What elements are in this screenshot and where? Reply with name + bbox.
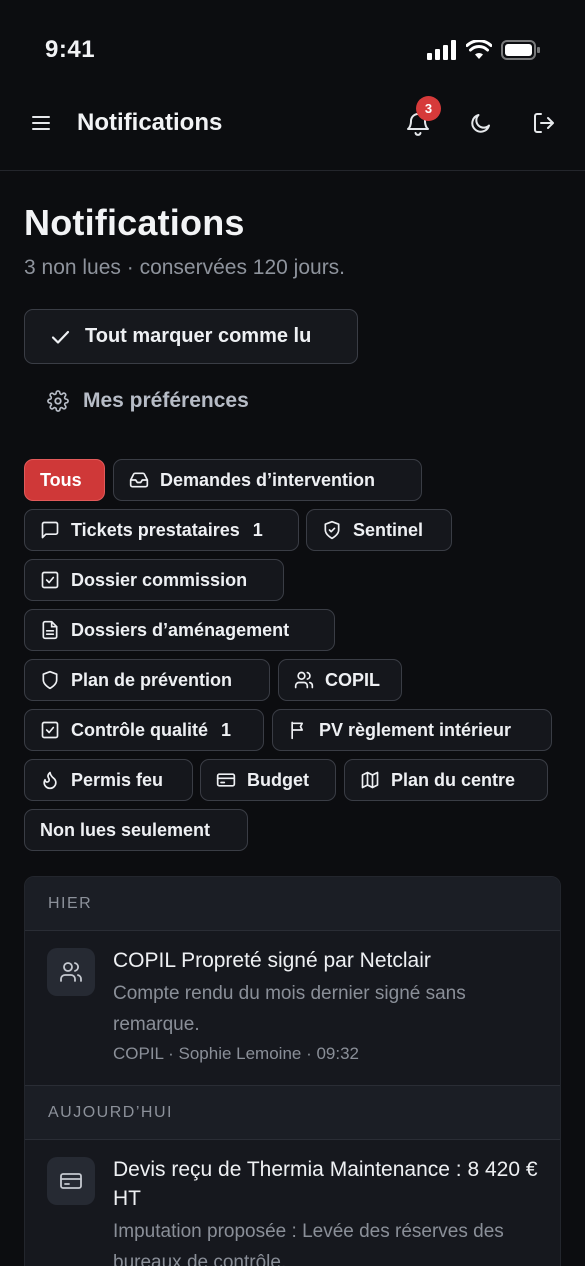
wallet-icon: [47, 1157, 95, 1205]
logout-icon[interactable]: [532, 111, 556, 135]
header-title: Notifications: [77, 109, 223, 136]
notification-title: Devis reçu de Thermia Maintenance : 8 42…: [113, 1158, 538, 1210]
filter-chip-label: Tickets prestataires: [71, 519, 240, 540]
notification-body: Compte rendu du mois dernier signé sans …: [113, 983, 466, 1035]
status-bar: 9:41: [0, 0, 585, 100]
filter-chip-plan-centre[interactable]: Plan du centre: [344, 759, 548, 801]
check-icon: [49, 326, 71, 348]
notification-item[interactable]: Devis reçu de Thermia Maintenance : 8 42…: [25, 1140, 560, 1266]
filter-chip-label: Contrôle qualité: [71, 719, 209, 740]
filter-chip-plan-prevention[interactable]: Plan de prévention: [24, 659, 270, 701]
filter-chip-dossier-commission[interactable]: Dossier commission: [24, 559, 284, 601]
page-title: Notifications: [24, 202, 245, 243]
document-icon: [40, 620, 60, 640]
filter-chip-permis-feu[interactable]: Permis feu: [24, 759, 193, 801]
preferences-label: Mes préférences: [83, 389, 249, 412]
inbox-icon: [129, 470, 149, 490]
notification-meta: COPIL · Sophie Lemoine · 09:32: [113, 1044, 360, 1063]
checkbox-icon: [40, 570, 60, 590]
page-subtitle: 3 non lues · conservées 120 jours.: [24, 256, 346, 279]
battery-icon: [501, 40, 541, 60]
menu-icon[interactable]: [30, 112, 52, 134]
notification-title: COPIL Propreté signé par Netclair: [113, 949, 431, 972]
wallet-icon: [216, 770, 236, 790]
section-header: HIER: [25, 877, 560, 931]
filter-chip-count: 1: [221, 719, 232, 740]
notification-body: Imputation proposée : Levée des réserves…: [113, 1221, 504, 1266]
filter-chip-label: PV règlement intérieur: [319, 719, 512, 740]
mark-all-read-label: Tout marquer comme lu: [85, 325, 312, 347]
flame-icon: [40, 770, 60, 790]
notifications-list: HIER COPIL Propreté signé par Netclair C…: [24, 876, 561, 1266]
filter-chip-label: Dossiers d’aménagement: [71, 619, 290, 640]
checkbox-icon: [40, 720, 60, 740]
preferences-button[interactable]: Mes préférences: [47, 384, 249, 418]
filter-chip-copil[interactable]: COPIL: [278, 659, 402, 701]
status-icons: [427, 40, 541, 60]
filter-chip-count: 1: [252, 519, 263, 540]
filter-chip-tous[interactable]: Tous: [24, 459, 105, 501]
filter-chip-non-lues[interactable]: Non lues seulement: [24, 809, 248, 851]
filter-chip-label: Budget: [247, 769, 309, 790]
users-icon: [47, 948, 95, 996]
moon-icon[interactable]: [469, 111, 493, 135]
filter-chip-label: Dossier commission: [71, 569, 248, 590]
filter-chip-label: Permis feu: [71, 769, 164, 790]
filter-chip-label: COPIL: [325, 669, 381, 690]
users-icon: [294, 670, 314, 690]
filter-chip-tickets-prestataires[interactable]: Tickets prestataires 1: [24, 509, 299, 551]
notification-item[interactable]: COPIL Propreté signé par Netclair Compte…: [25, 931, 560, 1086]
filter-chip-sentinel[interactable]: Sentinel: [306, 509, 452, 551]
filter-chip-pv-reglement[interactable]: PV règlement intérieur: [272, 709, 552, 751]
filter-chip-label: Demandes d’intervention: [160, 469, 376, 490]
filter-chip-controle-qualite[interactable]: Contrôle qualité 1: [24, 709, 264, 751]
flag-icon: [288, 720, 308, 740]
filter-chip-budget[interactable]: Budget: [200, 759, 336, 801]
filter-chip-label: Tous: [40, 469, 82, 490]
status-time: 9:41: [45, 36, 96, 63]
gear-icon: [47, 390, 69, 412]
filter-chip-label: Non lues seulement: [40, 819, 211, 840]
filter-chip-dossiers-amenagement[interactable]: Dossiers d’aménagement: [24, 609, 335, 651]
filter-chip-label: Plan du centre: [391, 769, 516, 790]
shield-check-icon: [322, 520, 342, 540]
mark-all-read-button[interactable]: Tout marquer comme lu: [24, 309, 358, 364]
filter-chip-demandes-intervention[interactable]: Demandes d’intervention: [113, 459, 422, 501]
message-icon: [40, 520, 60, 540]
notification-count-badge: 3: [416, 96, 441, 121]
filter-chip-label: Plan de prévention: [71, 669, 233, 690]
section-header: AUJOURD’HUI: [25, 1086, 560, 1140]
shield-icon: [40, 670, 60, 690]
filter-chip-label: Sentinel: [353, 519, 424, 540]
app-header: Notifications 3: [0, 96, 585, 171]
map-icon: [360, 770, 380, 790]
wifi-icon: [466, 40, 492, 60]
signal-icon: [427, 40, 457, 60]
